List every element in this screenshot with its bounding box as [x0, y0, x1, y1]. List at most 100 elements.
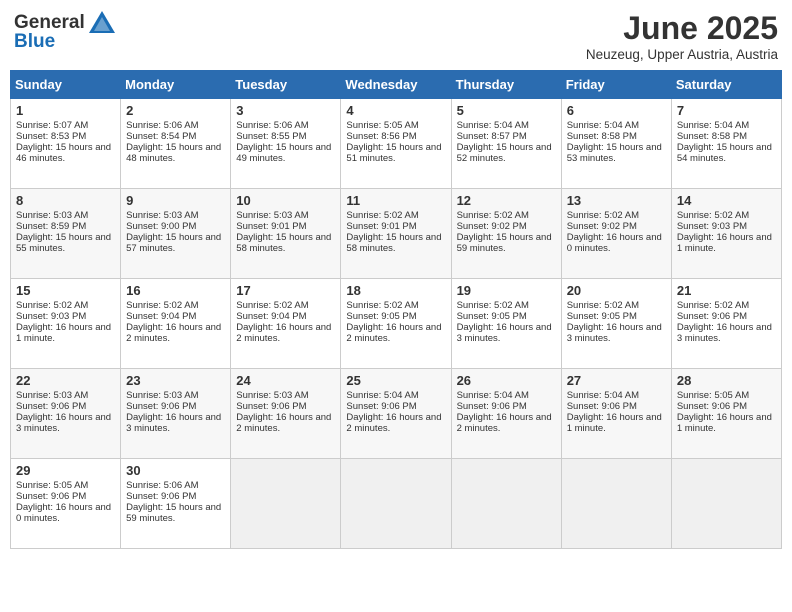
sunrise-text: Sunrise: 5:06 AM [236, 120, 308, 131]
sunrise-text: Sunrise: 5:02 AM [567, 300, 639, 311]
sunset-text: Sunset: 8:55 PM [236, 131, 306, 142]
daylight-text: Daylight: 16 hours and 0 minutes. [567, 232, 662, 254]
daylight-text: Daylight: 16 hours and 1 minute. [677, 232, 772, 254]
day-number: 11 [346, 193, 445, 208]
sunset-text: Sunset: 9:01 PM [236, 221, 306, 232]
sunset-text: Sunset: 9:06 PM [346, 401, 416, 412]
calendar-cell: 9Sunrise: 5:03 AMSunset: 9:00 PMDaylight… [121, 189, 231, 279]
calendar-cell [341, 459, 451, 549]
day-number: 8 [16, 193, 115, 208]
sunrise-text: Sunrise: 5:02 AM [346, 210, 418, 221]
daylight-text: Daylight: 15 hours and 59 minutes. [126, 502, 221, 524]
day-number: 19 [457, 283, 556, 298]
sunrise-text: Sunrise: 5:05 AM [346, 120, 418, 131]
day-number: 14 [677, 193, 776, 208]
sunrise-text: Sunrise: 5:02 AM [457, 210, 529, 221]
day-number: 29 [16, 463, 115, 478]
calendar-cell [451, 459, 561, 549]
sunset-text: Sunset: 8:53 PM [16, 131, 86, 142]
daylight-text: Daylight: 15 hours and 57 minutes. [126, 232, 221, 254]
calendar-cell: 29Sunrise: 5:05 AMSunset: 9:06 PMDayligh… [11, 459, 121, 549]
sunset-text: Sunset: 9:06 PM [126, 491, 196, 502]
sunrise-text: Sunrise: 5:03 AM [236, 210, 308, 221]
calendar-cell: 5Sunrise: 5:04 AMSunset: 8:57 PMDaylight… [451, 99, 561, 189]
calendar-cell: 13Sunrise: 5:02 AMSunset: 9:02 PMDayligh… [561, 189, 671, 279]
sunrise-text: Sunrise: 5:06 AM [126, 120, 198, 131]
sunset-text: Sunset: 8:58 PM [677, 131, 747, 142]
day-number: 16 [126, 283, 225, 298]
daylight-text: Daylight: 15 hours and 58 minutes. [346, 232, 441, 254]
daylight-text: Daylight: 16 hours and 3 minutes. [457, 322, 552, 344]
sunset-text: Sunset: 9:01 PM [346, 221, 416, 232]
daylight-text: Daylight: 15 hours and 48 minutes. [126, 142, 221, 164]
weekday-header: Thursday [451, 71, 561, 99]
month-title: June 2025 [586, 10, 778, 47]
sunrise-text: Sunrise: 5:02 AM [677, 300, 749, 311]
day-number: 13 [567, 193, 666, 208]
sunrise-text: Sunrise: 5:07 AM [16, 120, 88, 131]
day-number: 5 [457, 103, 556, 118]
calendar-cell: 15Sunrise: 5:02 AMSunset: 9:03 PMDayligh… [11, 279, 121, 369]
sunrise-text: Sunrise: 5:04 AM [457, 120, 529, 131]
daylight-text: Daylight: 15 hours and 55 minutes. [16, 232, 111, 254]
sunset-text: Sunset: 9:06 PM [236, 401, 306, 412]
daylight-text: Daylight: 16 hours and 2 minutes. [236, 412, 331, 434]
calendar-cell: 1Sunrise: 5:07 AMSunset: 8:53 PMDaylight… [11, 99, 121, 189]
sunrise-text: Sunrise: 5:05 AM [677, 390, 749, 401]
calendar-cell: 19Sunrise: 5:02 AMSunset: 9:05 PMDayligh… [451, 279, 561, 369]
weekday-header: Wednesday [341, 71, 451, 99]
day-number: 30 [126, 463, 225, 478]
calendar: SundayMondayTuesdayWednesdayThursdayFrid… [10, 70, 782, 549]
day-number: 12 [457, 193, 556, 208]
sunrise-text: Sunrise: 5:02 AM [126, 300, 198, 311]
weekday-header: Tuesday [231, 71, 341, 99]
sunrise-text: Sunrise: 5:02 AM [236, 300, 308, 311]
sunset-text: Sunset: 9:06 PM [677, 401, 747, 412]
calendar-cell: 28Sunrise: 5:05 AMSunset: 9:06 PMDayligh… [671, 369, 781, 459]
sunset-text: Sunset: 8:59 PM [16, 221, 86, 232]
calendar-cell: 17Sunrise: 5:02 AMSunset: 9:04 PMDayligh… [231, 279, 341, 369]
sunset-text: Sunset: 9:05 PM [346, 311, 416, 322]
daylight-text: Daylight: 15 hours and 51 minutes. [346, 142, 441, 164]
sunset-text: Sunset: 9:06 PM [567, 401, 637, 412]
sunset-text: Sunset: 8:54 PM [126, 131, 196, 142]
calendar-cell: 4Sunrise: 5:05 AMSunset: 8:56 PMDaylight… [341, 99, 451, 189]
calendar-cell: 25Sunrise: 5:04 AMSunset: 9:06 PMDayligh… [341, 369, 451, 459]
logo-triangle-icon [88, 10, 116, 34]
daylight-text: Daylight: 15 hours and 59 minutes. [457, 232, 552, 254]
sunrise-text: Sunrise: 5:02 AM [16, 300, 88, 311]
calendar-cell: 24Sunrise: 5:03 AMSunset: 9:06 PMDayligh… [231, 369, 341, 459]
calendar-cell: 14Sunrise: 5:02 AMSunset: 9:03 PMDayligh… [671, 189, 781, 279]
day-number: 24 [236, 373, 335, 388]
calendar-cell: 12Sunrise: 5:02 AMSunset: 9:02 PMDayligh… [451, 189, 561, 279]
daylight-text: Daylight: 16 hours and 1 minute. [677, 412, 772, 434]
calendar-cell: 18Sunrise: 5:02 AMSunset: 9:05 PMDayligh… [341, 279, 451, 369]
day-number: 2 [126, 103, 225, 118]
daylight-text: Daylight: 16 hours and 3 minutes. [16, 412, 111, 434]
sunset-text: Sunset: 9:04 PM [126, 311, 196, 322]
daylight-text: Daylight: 16 hours and 3 minutes. [126, 412, 221, 434]
day-number: 20 [567, 283, 666, 298]
sunrise-text: Sunrise: 5:03 AM [126, 390, 198, 401]
sunrise-text: Sunrise: 5:04 AM [346, 390, 418, 401]
sunrise-text: Sunrise: 5:02 AM [567, 210, 639, 221]
calendar-cell: 2 Sunrise: 5:06 AMSunset: 8:54 PMDaylight… [121, 99, 231, 189]
calendar-cell: 3Sunrise: 5:06 AMSunset: 8:55 PMDaylight… [231, 99, 341, 189]
sunrise-text: Sunrise: 5:03 AM [16, 210, 88, 221]
calendar-cell: 11 Sunrise: 5:02 AMSunset: 9:01 PMDayligh… [341, 189, 451, 279]
day-number: 4 [346, 103, 445, 118]
calendar-cell: 27Sunrise: 5:04 AMSunset: 9:06 PMDayligh… [561, 369, 671, 459]
sunset-text: Sunset: 9:06 PM [457, 401, 527, 412]
calendar-cell: 8 Sunrise: 5:03 AMSunset: 8:59 PMDaylight… [11, 189, 121, 279]
day-number: 9 [126, 193, 225, 208]
daylight-text: Daylight: 16 hours and 0 minutes. [16, 502, 111, 524]
daylight-text: Daylight: 16 hours and 2 minutes. [126, 322, 221, 344]
sunset-text: Sunset: 8:57 PM [457, 131, 527, 142]
calendar-cell [231, 459, 341, 549]
daylight-text: Daylight: 16 hours and 2 minutes. [457, 412, 552, 434]
day-number: 7 [677, 103, 776, 118]
calendar-cell: 16 Sunrise: 5:02 AMSunset: 9:04 PMDayligh… [121, 279, 231, 369]
sunrise-text: Sunrise: 5:04 AM [457, 390, 529, 401]
sunset-text: Sunset: 9:03 PM [677, 221, 747, 232]
calendar-cell: 23Sunrise: 5:03 AMSunset: 9:06 PMDayligh… [121, 369, 231, 459]
